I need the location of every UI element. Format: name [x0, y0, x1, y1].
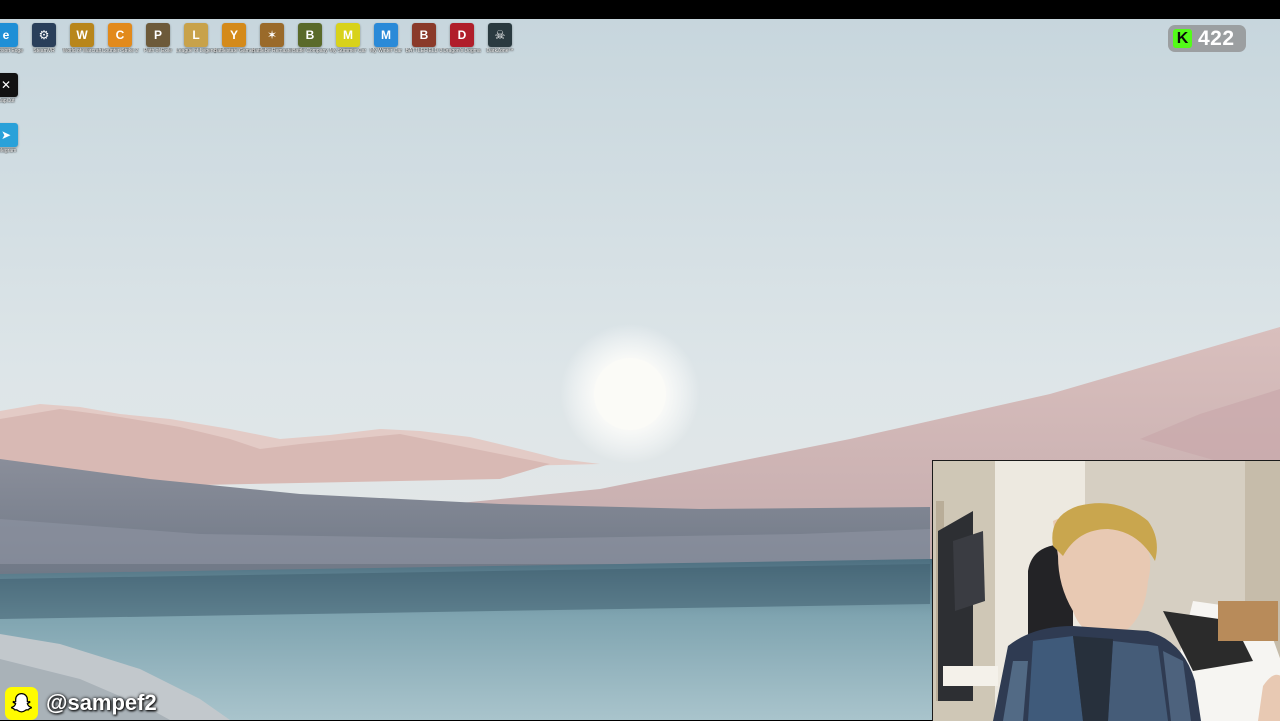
battlestate-icon: Y	[222, 23, 246, 47]
capcut-icon: ✕	[0, 73, 18, 97]
desktop-shortcut-label: League of Legends	[176, 48, 216, 54]
world-of-warcraft-icon: W	[70, 23, 94, 47]
desktop-shortcut-path-of-exile[interactable]: P Path of Exile	[138, 19, 178, 65]
desktop-shortcut-battlefield[interactable]: B BATTLEFIELD 3	[404, 19, 444, 65]
desktop-shortcut-label: Counter-Strike 2	[101, 48, 139, 54]
viewer-count: 422	[1198, 27, 1235, 50]
desktop-shortcut-steam[interactable]: ⚙ SteamVR	[24, 19, 64, 65]
desktop-shortcut-dark-game[interactable]: ☠ DarkZone™	[480, 19, 520, 65]
kick-viewer-badge: K 422	[1168, 25, 1246, 52]
desktop-shortcut-label: My Winter Car	[370, 48, 402, 54]
steam-icon: ⚙	[32, 23, 56, 47]
top-black-bar	[0, 0, 1280, 19]
desktop-shortcut-battlebit[interactable]: ✶BattleBit Remastered	[252, 19, 292, 65]
desktop-shortcut-label: World of Warcraft	[62, 48, 102, 54]
desktop-shortcut-label: DarkZone™	[486, 48, 514, 54]
dark-game-icon: ☠	[488, 23, 512, 47]
desktop-shortcut-label: Telegram	[0, 148, 17, 154]
desktop-shortcut-label: My Summer Car	[329, 48, 367, 54]
desktop-shortcut-my-summer-car[interactable]: M My Summer Car	[328, 19, 368, 65]
desktop-shortcut-my-winter-car[interactable]: M My Winter Car	[366, 19, 406, 65]
desktop-shortcut-label: …icrosoft Edge	[0, 48, 24, 54]
webcam-feed	[932, 460, 1280, 721]
counter-strike-icon: C	[108, 23, 132, 47]
kick-logo-icon: K	[1173, 29, 1192, 48]
path-of-exile-icon: P	[146, 23, 170, 47]
desktop-shortcut-battlestate[interactable]: Y Battlestate Games	[214, 19, 254, 65]
desktop-shortcut-battle-company[interactable]: B Battle Company	[290, 19, 330, 65]
battlebit-icon: ✶	[260, 23, 284, 47]
league-of-legends-icon: L	[184, 23, 208, 47]
snapchat-username: @sampef2	[46, 690, 157, 715]
desktop-shortcut-dragon-game[interactable]: D Dragon's Dogma	[442, 19, 482, 65]
desktop-shortcut-capcut[interactable]: ✕CapCut	[0, 69, 26, 115]
desktop-shortcut-label: Path of Exile	[143, 48, 173, 54]
desktop-shortcut-label: BATTLEFIELD 3	[405, 48, 443, 54]
desktop-shortcut-label: Dragon's Dogma	[443, 48, 481, 54]
desktop-shortcut-league-of-legends[interactable]: L League of Legends	[176, 19, 216, 65]
my-summer-car-icon: M	[336, 23, 360, 47]
edge-icon: e	[0, 23, 18, 47]
desktop-shortcut-label: Battlestate Games	[214, 48, 254, 54]
battle-company-icon: B	[298, 23, 322, 47]
desktop-shortcut-world-of-warcraft[interactable]: W World of Warcraft	[62, 19, 102, 65]
desktop-shortcut-label: BattleBit Remastered	[252, 48, 292, 54]
desktop-shortcut-telegram[interactable]: ➤Telegram	[0, 119, 26, 165]
desktop-shortcut-label: Battle Company	[292, 48, 328, 54]
snapchat-icon	[5, 687, 38, 720]
dragon-game-icon: D	[450, 23, 474, 47]
desktop-shortcut-label: CapCut	[0, 98, 15, 104]
desktop-shortcut-edge[interactable]: e…icrosoft Edge	[0, 19, 26, 65]
desktop-shortcut-label: SteamVR	[33, 48, 55, 54]
my-winter-car-icon: M	[374, 23, 398, 47]
desktop-shortcut-counter-strike[interactable]: C Counter-Strike 2	[100, 19, 140, 65]
telegram-icon: ➤	[0, 123, 18, 147]
battlefield-icon: B	[412, 23, 436, 47]
